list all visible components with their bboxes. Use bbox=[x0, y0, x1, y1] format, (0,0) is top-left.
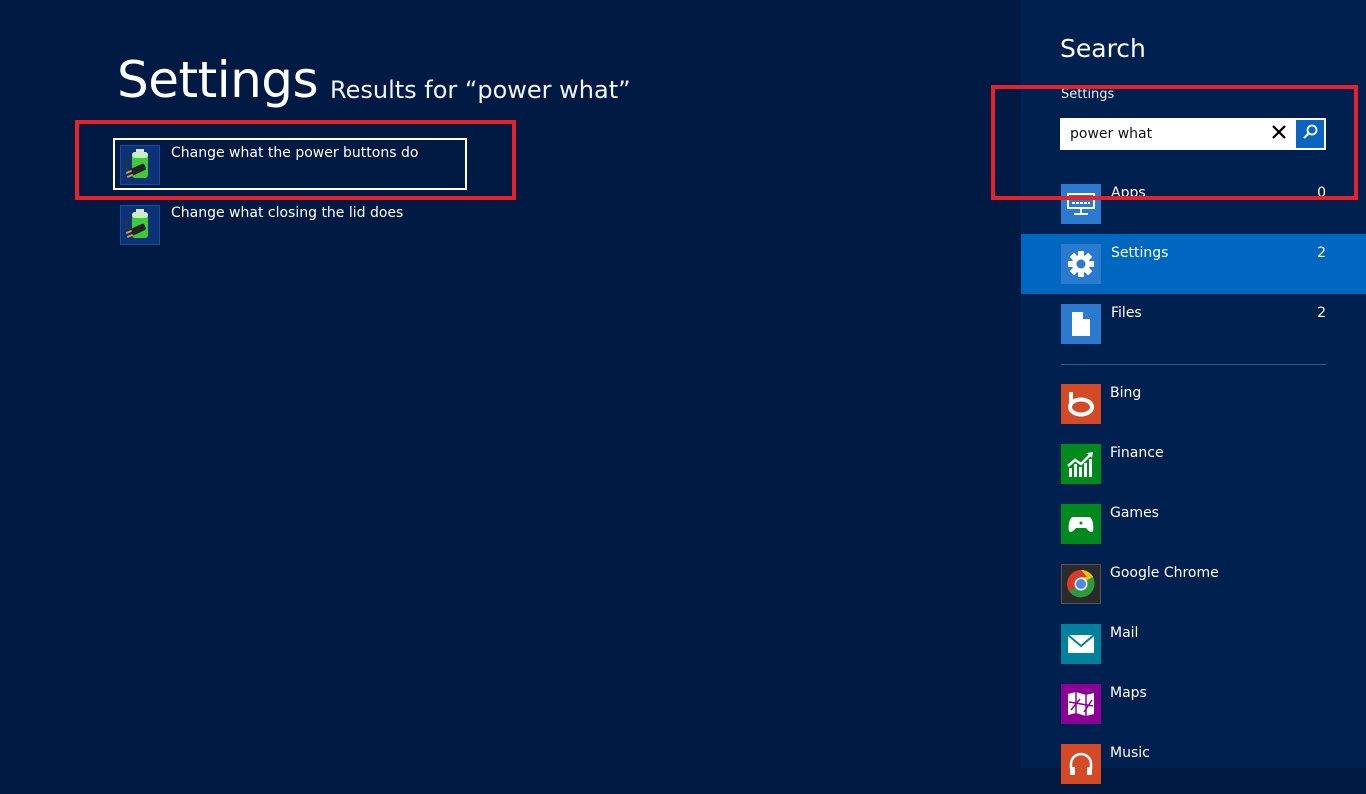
app-mail[interactable]: Mail bbox=[1021, 614, 1366, 674]
battery-power-plug-icon bbox=[120, 205, 160, 245]
search-box bbox=[1060, 118, 1326, 150]
results-pane: Settings Results for “power what” Change… bbox=[0, 0, 1021, 768]
results-for-label: Results for “power what” bbox=[330, 76, 631, 104]
battery-power-plug-icon bbox=[120, 145, 160, 185]
divider bbox=[1061, 364, 1326, 365]
category-count: 0 bbox=[1317, 185, 1326, 201]
category-label: Files bbox=[1111, 305, 1142, 321]
category-label: Apps bbox=[1111, 185, 1146, 201]
app-label: Music bbox=[1110, 745, 1150, 761]
search-icon bbox=[1301, 123, 1319, 145]
app-label: Maps bbox=[1110, 685, 1147, 701]
app-label: Finance bbox=[1110, 445, 1164, 461]
headphones-icon bbox=[1061, 744, 1101, 784]
app-music[interactable]: Music bbox=[1021, 734, 1366, 794]
close-icon bbox=[1271, 124, 1287, 144]
search-input[interactable] bbox=[1060, 118, 1280, 150]
app-label: Mail bbox=[1110, 625, 1139, 641]
result-closing-lid[interactable]: Change what closing the lid does bbox=[113, 198, 467, 250]
gear-icon bbox=[1061, 244, 1101, 284]
app-maps[interactable]: Maps bbox=[1021, 674, 1366, 734]
clear-search-button[interactable] bbox=[1264, 118, 1294, 150]
search-scope-label: Settings bbox=[1061, 87, 1115, 102]
search-charm-panel: Search Settings Apps 0 bbox=[1021, 0, 1366, 784]
app-label: Games bbox=[1110, 505, 1159, 521]
finance-chart-icon bbox=[1061, 444, 1101, 484]
charm-title: Search bbox=[1060, 34, 1146, 63]
app-games[interactable]: Games bbox=[1021, 494, 1366, 554]
category-apps[interactable]: Apps 0 bbox=[1021, 174, 1366, 234]
apps-monitor-icon bbox=[1061, 184, 1101, 224]
category-count: 2 bbox=[1317, 305, 1326, 321]
page-title: Settings bbox=[117, 51, 319, 109]
app-bing[interactable]: Bing bbox=[1021, 374, 1366, 434]
file-icon bbox=[1061, 304, 1101, 344]
gamepad-icon bbox=[1061, 504, 1101, 544]
category-files[interactable]: Files 2 bbox=[1021, 294, 1366, 354]
result-label: Change what the power buttons do bbox=[171, 145, 419, 161]
mail-envelope-icon bbox=[1061, 624, 1101, 664]
result-power-buttons[interactable]: Change what the power buttons do bbox=[113, 138, 467, 190]
app-label: Google Chrome bbox=[1110, 565, 1219, 581]
category-settings[interactable]: Settings 2 bbox=[1021, 234, 1366, 294]
category-label: Settings bbox=[1111, 245, 1169, 261]
maps-icon bbox=[1061, 684, 1101, 724]
bing-icon bbox=[1061, 384, 1101, 424]
category-count: 2 bbox=[1317, 245, 1326, 261]
app-google-chrome[interactable]: Google Chrome bbox=[1021, 554, 1366, 614]
chrome-icon bbox=[1061, 564, 1101, 604]
app-label: Bing bbox=[1110, 385, 1142, 401]
search-submit-button[interactable] bbox=[1296, 120, 1324, 148]
result-label: Change what closing the lid does bbox=[171, 205, 404, 221]
app-finance[interactable]: Finance bbox=[1021, 434, 1366, 494]
